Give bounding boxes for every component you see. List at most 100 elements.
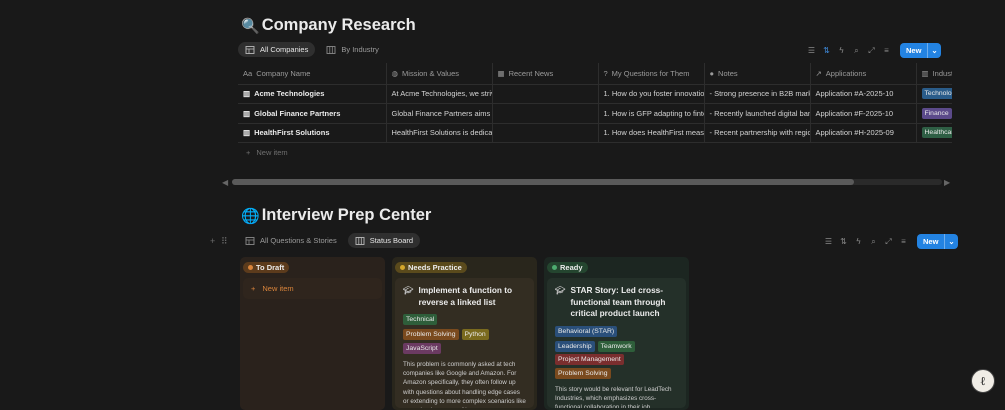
column-label: Notes [718,68,738,78]
column-header-questions[interactable]: ? My Questions for Them [598,63,705,85]
notes-cell[interactable]: - Recently launched digital bank [704,103,811,124]
notes-cell[interactable]: - Strong presence in B2B marke [704,84,811,104]
questions-cell[interactable]: 1. How do you foster innovation [598,84,705,104]
questions-cell[interactable]: 1. How is GFP adapting to fintec [598,103,705,124]
questions-cell[interactable]: 1. How does HealthFirst measur [598,123,705,143]
filter-icon[interactable]: ☰ [806,45,817,56]
status-pill-to-draft[interactable]: To Draft [243,262,290,273]
card-body-text: This story would be relevant for LeadTec… [555,385,672,409]
notes-cell[interactable]: - Recent partnership with regio [704,123,811,143]
filter-icon[interactable]: ☰ [823,236,834,247]
chevron-down-icon[interactable]: ⌄ [944,234,957,249]
company-name-cell[interactable]: ▥ HealthFirst Solutions [238,123,387,143]
company-name-cell[interactable]: ▥ Acme Technologies [238,84,387,104]
automation-icon[interactable]: ϟ [853,236,864,247]
new-item-card[interactable]: + New item [243,278,382,299]
tab-status-board[interactable]: Status Board [347,233,421,248]
application-cell[interactable]: Application #F-2025-10 [810,103,917,124]
column-header-news[interactable]: ▦ Recent News [492,63,599,85]
tab-by-industry[interactable]: By Industry [319,42,386,57]
tag-row: Behavioral (STAR) [555,325,678,337]
tag: Technical [403,314,438,325]
text-property-icon: Aa [243,68,253,78]
status-pill-ready[interactable]: Ready [547,262,588,273]
table-row[interactable]: ▥ Acme Technologies At Acme Technologies,… [238,84,952,104]
tab-all-questions[interactable]: All Questions & Stories [238,233,344,248]
board-column-needs-practice: Needs Practice 🎓︎ Implement a function t… [392,257,537,410]
building-icon: ▥ [921,68,929,78]
board-card-linked-list[interactable]: 🎓︎ Implement a function to reverse a lin… [395,278,534,408]
company-name-cell[interactable]: ▥ Global Finance Partners [238,103,387,124]
mission-cell[interactable]: HealthFirst Solutions is dedicate [386,123,493,143]
scroll-left-arrow-icon[interactable]: ◀ [222,178,230,187]
news-cell[interactable] [492,84,599,104]
column-header-mission[interactable]: ◍ Mission & Values [386,63,493,85]
company-research-table-wrapper: Aa Company Name ◍ Mission & Values ▦ Recent… [238,63,952,162]
building-icon: ▥ [243,128,251,138]
column-label: Needs Practice [408,263,462,272]
horizontal-scrollbar[interactable] [232,179,942,185]
new-button[interactable]: New ⌄ [917,234,958,249]
column-header-industry[interactable]: ▥ Indust [916,63,952,85]
search-icon[interactable]: ⌕ [868,236,879,247]
globe-emoji-icon: 🌐 [241,207,260,225]
floating-assistant-button[interactable]: ℓ [971,369,995,393]
news-cell[interactable] [492,103,599,124]
mission-cell[interactable]: At Acme Technologies, we strive [386,84,493,104]
automation-icon[interactable]: ϟ [836,45,847,56]
chevron-down-icon[interactable]: ⌄ [927,43,940,58]
tag: Problem Solving [403,329,459,340]
search-icon[interactable]: ⌕ [851,45,862,56]
question-icon: ? [603,68,608,78]
settings-sliders-icon[interactable]: ≡ [898,236,909,247]
company-research-table: Aa Company Name ◍ Mission & Values ▦ Recent… [238,63,952,143]
table-row[interactable]: ▥ HealthFirst Solutions HealthFirst Solut… [238,123,952,143]
interview-prep-view-tabs: All Questions & Stories Status Board [238,233,421,248]
board-card-star-story[interactable]: 🎓︎ STAR Story: Led cross-functional team… [547,278,686,408]
company-name: Global Finance Partners [254,108,341,118]
scroll-right-arrow-icon[interactable]: ▶ [944,178,952,187]
settings-sliders-icon[interactable]: ≡ [881,45,892,56]
sort-icon[interactable]: ⇅ [821,45,832,56]
interview-prep-toolbar: ☰ ⇅ ϟ ⌕ ⤢ ≡ New ⌄ [823,234,958,249]
industry-cell[interactable]: Finance [916,103,952,124]
status-pill-needs-practice[interactable]: Needs Practice [395,262,467,273]
expand-icon[interactable]: ⤢ [866,45,877,56]
column-header-applications[interactable]: ↗ Applications [810,63,917,85]
new-button[interactable]: New ⌄ [900,43,941,58]
page-title-interview-prep: 🌐 Interview Prep Center [241,206,431,225]
industry-tag: Healthcar [921,127,952,139]
status-dot-icon [552,265,557,270]
scrollbar-thumb[interactable] [232,179,854,185]
column-label: Mission & Values [402,68,460,78]
column-header: Ready [544,257,689,278]
table-row[interactable]: ▥ Global Finance Partners Global Finance … [238,103,952,124]
tab-label: Status Board [369,236,414,245]
column-header-company-name[interactable]: Aa Company Name [238,63,387,85]
tab-label: All Companies [260,45,309,54]
graduation-cap-icon: 🎓︎ [403,285,414,295]
building-icon: ▥ [243,89,251,99]
tag-row: Leadership Teamwork [555,340,678,352]
company-name: Acme Technologies [254,89,325,99]
industry-cell[interactable]: Healthcar [916,123,952,143]
news-cell[interactable] [492,123,599,143]
column-label: My Questions for Them [611,68,690,78]
add-block-plus-icon[interactable]: + [210,236,215,246]
application-cell[interactable]: Application #A-2025-10 [810,84,917,104]
sort-icon[interactable]: ⇅ [838,236,849,247]
mission-cell[interactable]: Global Finance Partners aims to [386,103,493,124]
company-research-toolbar: ☰ ⇅ ϟ ⌕ ⤢ ≡ New ⌄ [806,43,941,58]
building-icon: ▥ [243,108,251,118]
application-cell[interactable]: Application #H-2025-09 [810,123,917,143]
tab-all-companies[interactable]: All Companies [238,42,316,57]
expand-icon[interactable]: ⤢ [883,236,894,247]
drag-handle-icon[interactable]: ⠿ [221,236,228,247]
notion-ai-face-icon: ℓ [980,373,986,388]
industry-cell[interactable]: Technolo [916,84,952,104]
add-new-item-row[interactable]: + New item [238,143,952,162]
column-header-notes[interactable]: ● Notes [704,63,811,85]
board-icon [355,236,365,245]
tag: Python [461,329,489,340]
company-name: HealthFirst Solutions [254,128,330,138]
